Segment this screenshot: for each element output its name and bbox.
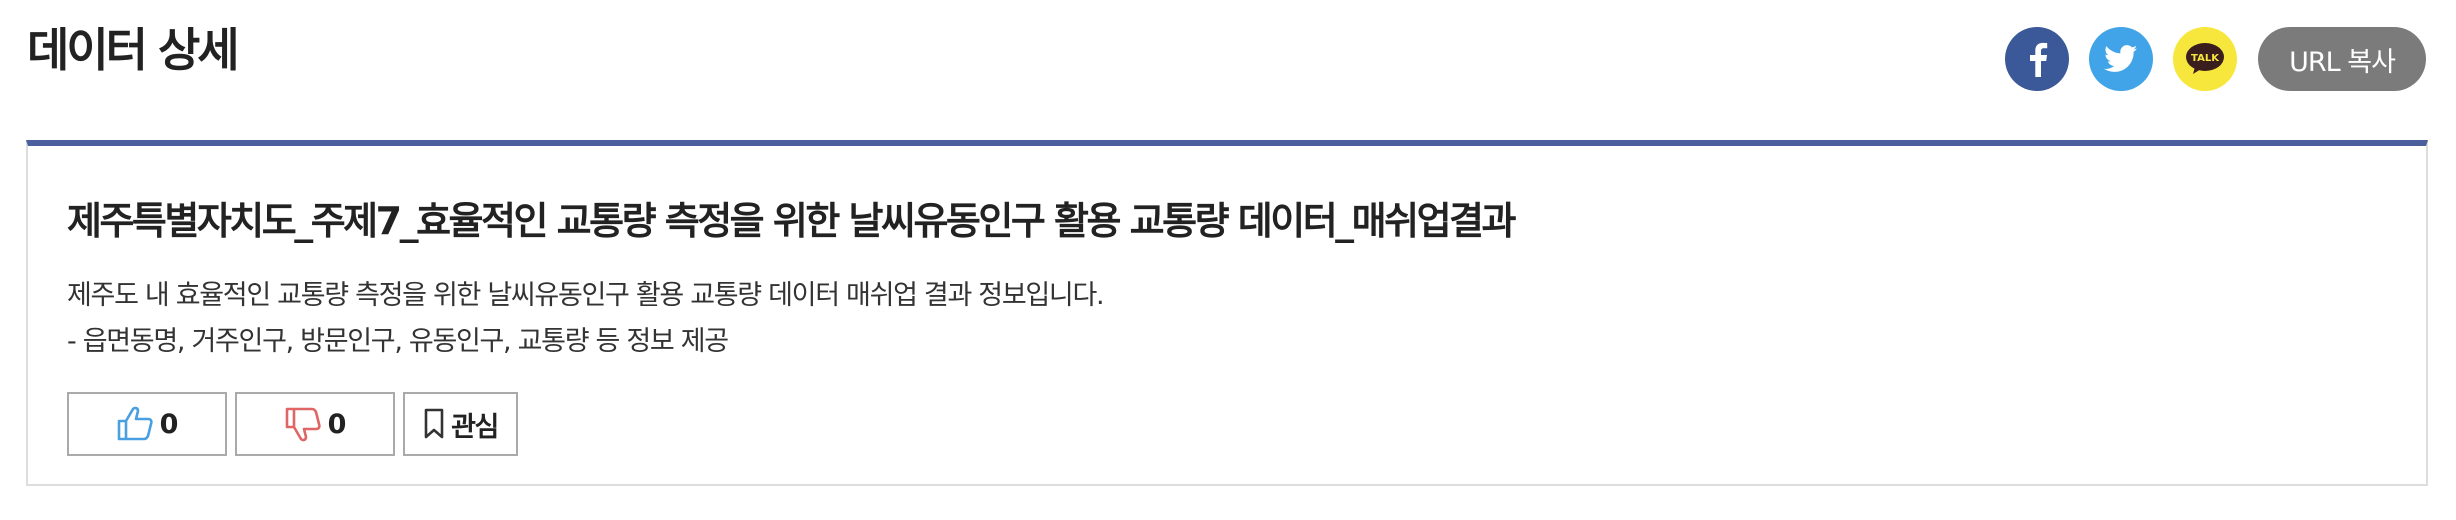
dataset-detail-card: 제주특별자치도_주제7_효율적인 교통량 측정을 위한 날씨유동인구 활용 교통…	[26, 140, 2428, 486]
action-row: 0 0 관심	[67, 392, 526, 456]
thumbs-down-icon	[285, 407, 321, 442]
favorite-label: 관심	[451, 411, 499, 443]
like-count: 0	[159, 408, 179, 440]
kakaotalk-share-button[interactable]: TALK	[2173, 27, 2237, 91]
share-bar: TALK URL 복사	[2005, 27, 2426, 91]
dislike-button[interactable]: 0	[235, 392, 395, 456]
dislike-count: 0	[327, 408, 347, 440]
dataset-description-line: - 읍면동명, 거주인구, 방문인구, 유동인구, 교통량 등 정보 제공	[67, 326, 729, 357]
twitter-icon	[2104, 45, 2138, 72]
page-title: 데이터 상세	[27, 23, 240, 77]
thumbs-up-icon	[117, 406, 153, 441]
twitter-share-button[interactable]	[2089, 27, 2153, 91]
dataset-description-line: 제주도 내 효율적인 교통량 측정을 위한 날씨유동인구 활용 교통량 데이터 …	[67, 280, 1105, 311]
facebook-share-button[interactable]	[2005, 27, 2069, 91]
favorite-button[interactable]: 관심	[403, 392, 518, 456]
dataset-title: 제주특별자치도_주제7_효율적인 교통량 측정을 위한 날씨유동인구 활용 교통…	[67, 199, 1516, 243]
facebook-icon	[2030, 42, 2048, 77]
url-copy-button[interactable]: URL 복사	[2258, 27, 2426, 91]
kakaotalk-icon: TALK	[2186, 43, 2224, 74]
bookmark-icon	[424, 408, 444, 439]
like-button[interactable]: 0	[67, 392, 227, 456]
kakao-talk-label: TALK	[2191, 53, 2220, 64]
